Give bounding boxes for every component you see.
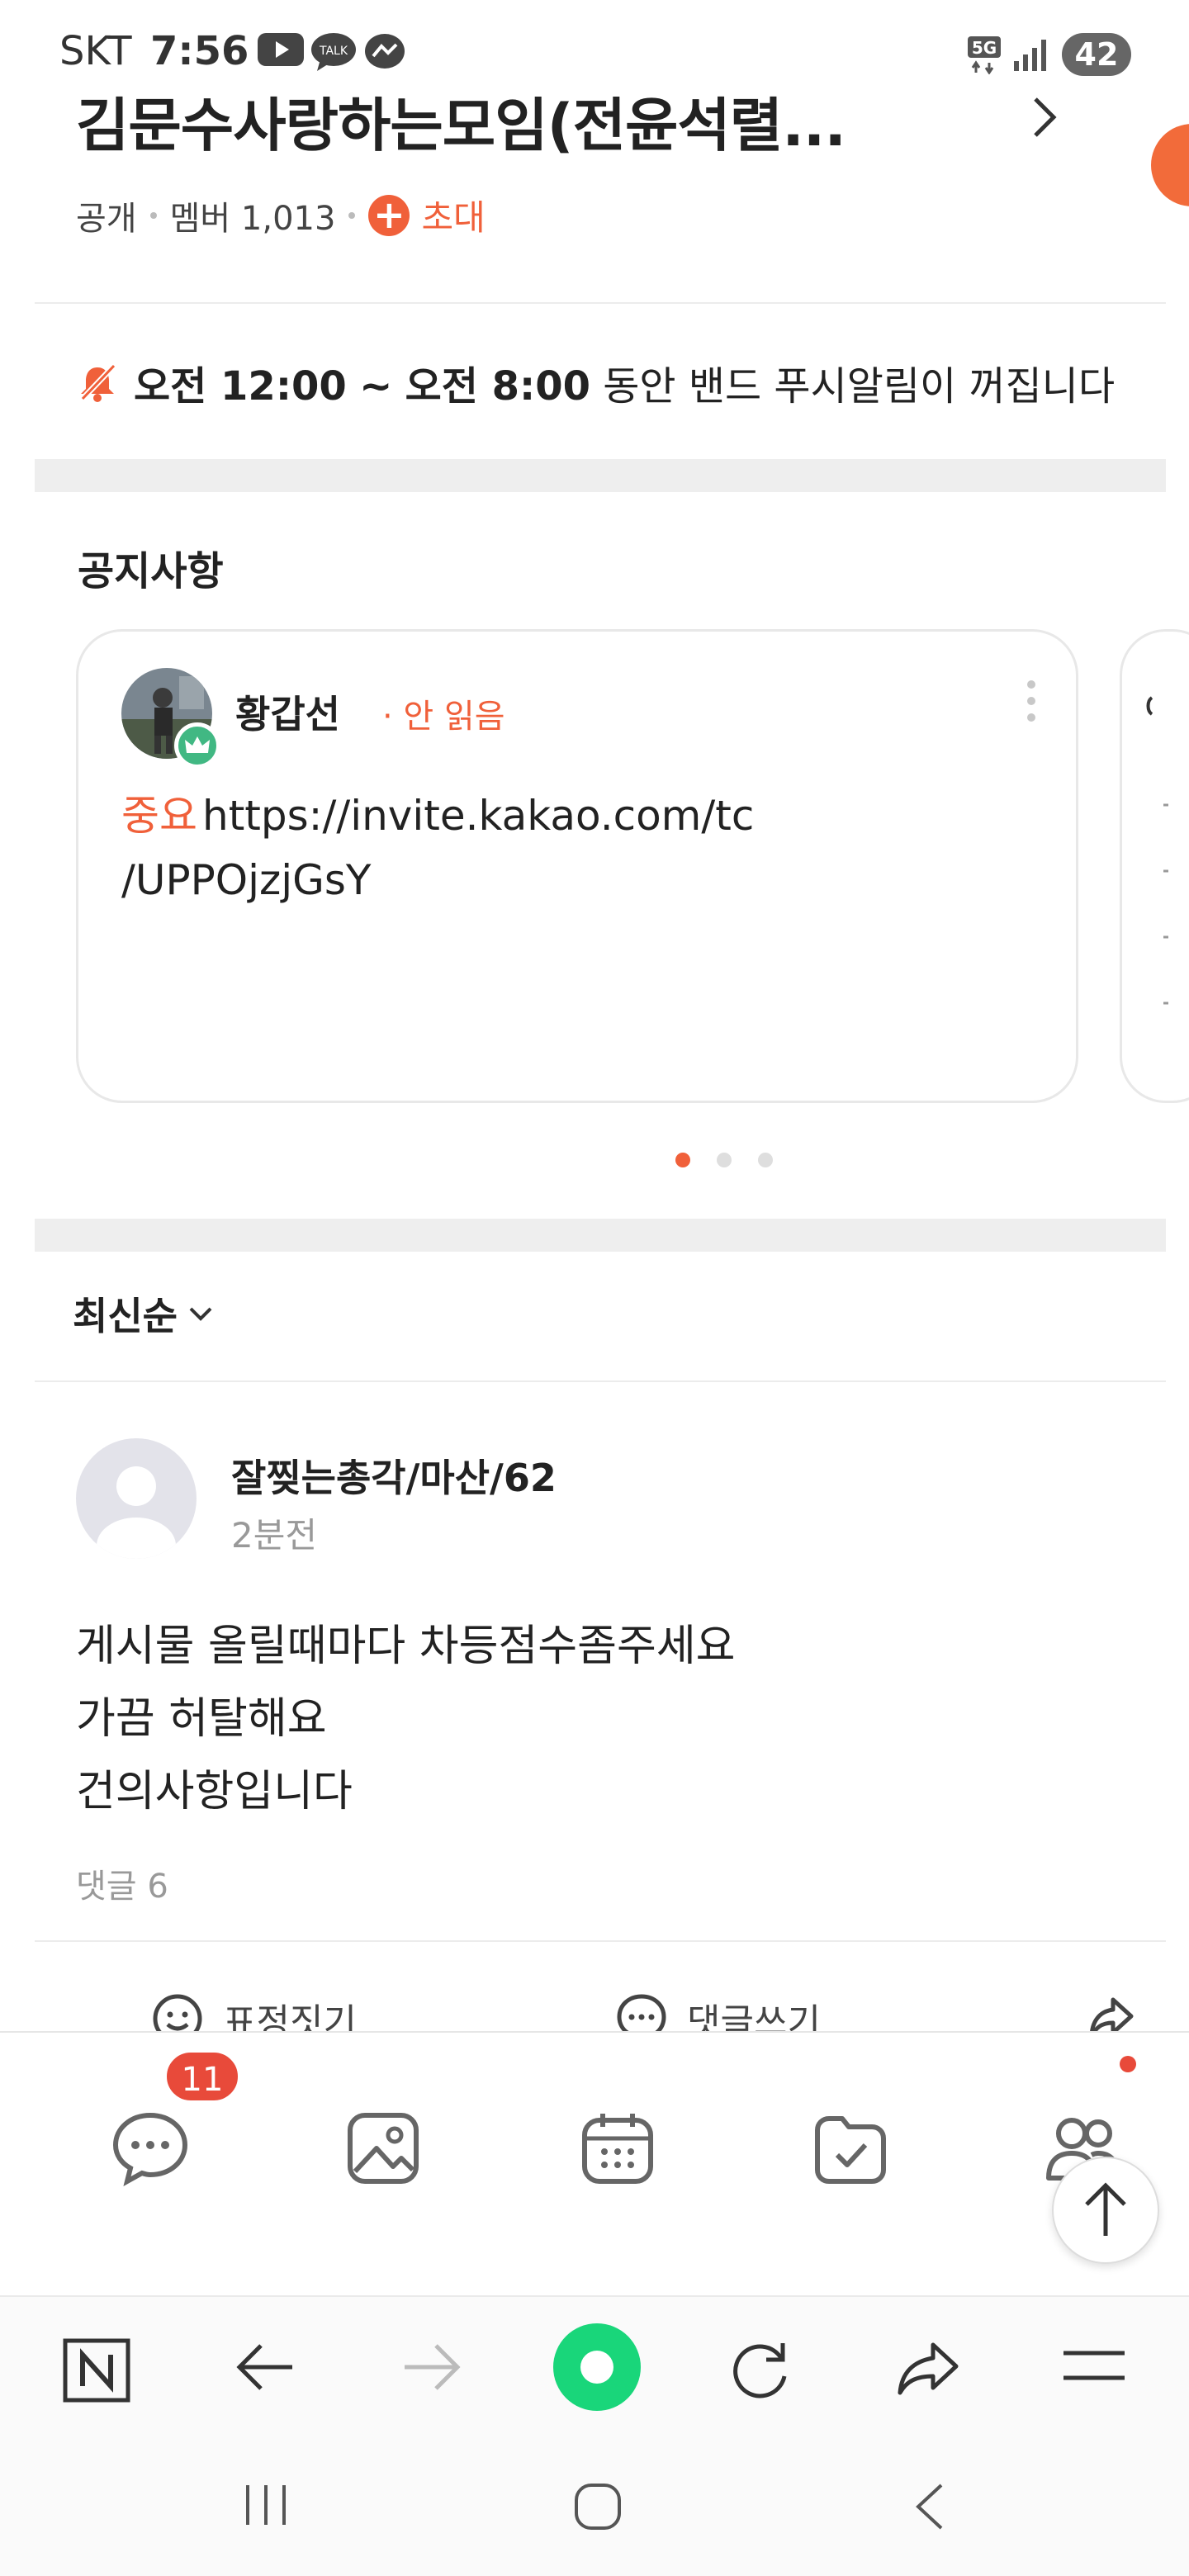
page-dot [758, 1153, 773, 1167]
crown-icon [174, 722, 220, 769]
refresh-icon[interactable] [730, 2338, 793, 2401]
group-meta: 공개 멤버 1,013 + 초대 [76, 190, 486, 240]
section-divider [35, 1219, 1166, 1252]
divider [35, 1380, 1166, 1382]
divider [35, 1940, 1166, 1942]
invite-button[interactable]: 초대 [421, 190, 485, 240]
svg-text:5G: 5G [972, 38, 997, 58]
notice-card-next[interactable] [1120, 629, 1189, 1103]
folder-check-icon[interactable] [811, 2109, 890, 2188]
page-dot-active [675, 1153, 690, 1167]
plus-icon[interactable]: + [368, 194, 410, 236]
member-count[interactable]: 멤버 1,013 [170, 192, 336, 239]
5g-icon: 5G [966, 35, 1002, 74]
band-bottom-nav: 11 [0, 2031, 1189, 2295]
notice-author[interactable]: 황갑선 [235, 684, 340, 739]
separator-dot [348, 211, 356, 219]
notice-body[interactable]: 중요 https://invite.kakao.com/tc /UPPOjzjGs… [121, 784, 1030, 912]
sort-dropdown[interactable]: 최신순 [73, 1286, 214, 1341]
post-line: 게시물 올릴때마다 차등점수좀주세요 [76, 1622, 736, 1671]
comment-count[interactable]: 댓글 6 [76, 1859, 168, 1907]
back-nav-icon[interactable] [913, 2482, 946, 2531]
post-body[interactable]: 게시물 올릴때마다 차등점수좀주세요 가끔 허탈해요 건의사항입니다 [76, 1610, 736, 1828]
home-button[interactable] [553, 2323, 641, 2411]
messenger-icon [363, 33, 406, 73]
carrier-label: SKT [59, 28, 132, 74]
notification-dot [1120, 2056, 1136, 2072]
push-notice-banner[interactable]: 오전 12:00 ~ 오전 8:00 동안 밴드 푸시알림이 꺼집니다 [76, 353, 1115, 411]
sort-label: 최신순 [73, 1294, 178, 1338]
page-title[interactable]: 김문수사랑하는모임(전윤석렬... [76, 79, 846, 163]
visibility-label: 공개 [76, 199, 137, 238]
naver-icon[interactable] [63, 2338, 130, 2403]
notice-card[interactable]: 황갑선 · 안 읽음 중요 https://invite.kakao.com/tc… [76, 629, 1078, 1103]
home-icon [580, 2351, 613, 2384]
unread-status: · 안 읽음 [382, 698, 505, 736]
divider [35, 302, 1166, 304]
forward-arrow-icon[interactable] [400, 2338, 462, 2396]
clock: 7:56 [150, 28, 249, 74]
important-tag: 중요 [121, 792, 197, 840]
avatar[interactable] [76, 1438, 197, 1559]
notices-title: 공지사항 [78, 548, 224, 594]
notice-link-line1[interactable]: https://invite.kakao.com/tc [202, 792, 754, 840]
kakaotalk-icon: TALK [310, 33, 357, 71]
back-arrow-icon[interactable] [234, 2338, 297, 2396]
menu-icon[interactable] [1062, 2346, 1126, 2384]
separator-dot [149, 211, 157, 219]
more-vertical-icon[interactable] [1021, 673, 1041, 731]
recent-apps-icon[interactable] [241, 2482, 291, 2528]
browser-toolbar [0, 2295, 1189, 2436]
notice-link-line2[interactable]: /UPPOjzjGsY [121, 856, 371, 904]
battery-indicator: 42 [1062, 33, 1131, 76]
post-time: 2분전 [231, 1515, 318, 1556]
calendar-icon[interactable] [578, 2109, 657, 2188]
scroll-to-top-button[interactable] [1052, 2157, 1159, 2264]
page-dot [717, 1153, 732, 1167]
chat-icon[interactable] [111, 2109, 190, 2188]
push-notice-text: 오전 12:00 ~ 오전 8:00 동안 밴드 푸시알림이 꺼집니다 [134, 363, 1116, 410]
profile-button[interactable] [1151, 124, 1189, 206]
bell-off-icon [76, 361, 119, 404]
photo-icon[interactable] [343, 2109, 423, 2188]
carousel-indicator [675, 1153, 773, 1167]
share-arrow-icon[interactable] [895, 2338, 961, 2398]
unread-badge: 11 [163, 2049, 241, 2104]
section-divider [35, 459, 1166, 492]
chevron-right-icon[interactable] [1027, 92, 1060, 142]
post-line: 건의사항입니다 [76, 1767, 353, 1816]
system-nav-bar [0, 2436, 1189, 2576]
home-nav-icon[interactable] [573, 2482, 623, 2531]
signal-icon [1012, 38, 1049, 73]
arrow-up-icon [1085, 2182, 1126, 2236]
post-author[interactable]: 잘찢는총각/마산/62 [231, 1448, 557, 1503]
chevron-down-icon [187, 1304, 214, 1324]
post-line: 가끔 허탈해요 [76, 1694, 327, 1744]
youtube-icon [258, 33, 304, 66]
svg-text:TALK: TALK [319, 45, 348, 58]
